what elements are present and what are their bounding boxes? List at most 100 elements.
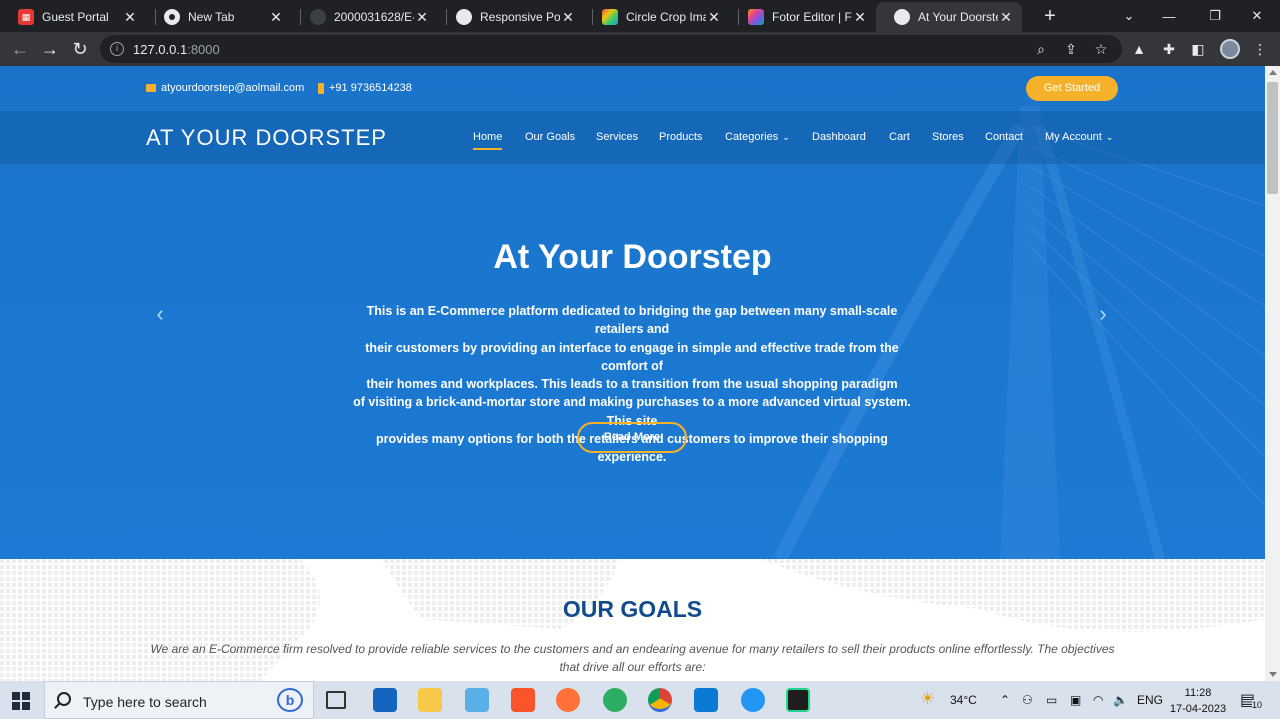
vscode-icon[interactable]	[694, 688, 718, 712]
hero-section: atyourdoorstep@aolmail.com +91 973651423…	[0, 66, 1265, 559]
close-icon[interactable]: ✕	[560, 9, 576, 26]
close-icon[interactable]: ✕	[414, 9, 430, 26]
file-explorer-icon[interactable]	[418, 688, 442, 712]
bing-icon[interactable]: b	[277, 688, 303, 712]
email-contact[interactable]: atyourdoorstep@aolmail.com	[146, 82, 304, 94]
page-scrollbar[interactable]	[1265, 66, 1280, 681]
scroll-up-arrow-icon[interactable]	[1269, 70, 1277, 75]
weather-temperature[interactable]: 34°C	[950, 693, 977, 707]
carousel-next-arrow[interactable]: ›	[1091, 302, 1115, 326]
brave-browser-icon[interactable]	[511, 688, 535, 712]
windows-app-icon[interactable]	[465, 688, 489, 712]
nav-categories[interactable]: Categories ⌄	[725, 131, 790, 143]
taskbar-clock[interactable]: 11:28 17-04-2023	[1168, 685, 1228, 717]
extensions-puzzle-icon[interactable]: ✚	[1160, 40, 1178, 58]
url-text: 127.0.0.1:8000	[133, 42, 220, 57]
new-tab-button[interactable]: +	[1038, 4, 1062, 28]
display-tray-icon[interactable]: ▣	[1070, 693, 1081, 707]
our-goals-intro: We are an E-Commerce firm resolved to pr…	[150, 641, 1115, 676]
restore-button[interactable]: ❐	[1192, 0, 1238, 32]
side-panel-icon[interactable]: ◧	[1189, 40, 1207, 58]
nav-contact[interactable]: Contact	[985, 131, 1023, 143]
wifi-icon[interactable]: ◠	[1093, 693, 1103, 707]
address-bar[interactable]: i 127.0.0.1:8000 ⌕ ⇪ ☆	[100, 35, 1122, 63]
kebab-menu-icon[interactable]: ⋮	[1251, 40, 1269, 58]
phone-icon	[318, 82, 324, 94]
reload-icon[interactable]: ↻	[68, 37, 92, 61]
close-icon[interactable]: ✕	[852, 9, 868, 26]
zoom-icon[interactable]: ⌕	[1032, 40, 1050, 58]
tab-fotor-editor[interactable]: Fotor Editor | Fo ✕	[730, 2, 876, 32]
edge-browser-icon[interactable]	[603, 688, 627, 712]
back-arrow-icon[interactable]: ←	[8, 37, 32, 61]
nav-cart[interactable]: Cart	[889, 131, 910, 143]
chrome-icon	[164, 9, 180, 25]
mail-app-icon[interactable]	[373, 688, 397, 712]
task-view-icon[interactable]	[326, 691, 346, 709]
site-logo[interactable]: AT YOUR DOORSTEP	[146, 125, 387, 151]
read-more-button[interactable]: Read More	[577, 422, 687, 453]
nav-my-account[interactable]: My Account ⌄	[1045, 131, 1113, 143]
windows-start-icon[interactable]	[12, 692, 30, 710]
bookmark-star-icon[interactable]: ☆	[1092, 40, 1110, 58]
clock-date: 17-04-2023	[1169, 703, 1227, 715]
phone-contact[interactable]: +91 9736514238	[318, 82, 412, 94]
network-tray-icon[interactable]: ⚇	[1022, 693, 1033, 707]
site-info-icon[interactable]: i	[110, 42, 124, 56]
email-text: atyourdoorstep@aolmail.com	[161, 82, 305, 94]
nav-home[interactable]: Home	[473, 131, 503, 150]
tab-title: Guest Portal	[42, 10, 109, 24]
get-started-button[interactable]: Get Started	[1026, 76, 1118, 101]
minimize-button[interactable]: —	[1146, 0, 1192, 32]
browser-tab-strip: ▦ Guest Portal ✕ New Tab ✕ 2000031628/E-…	[0, 0, 1280, 32]
carousel-prev-arrow[interactable]: ‹	[148, 302, 172, 326]
page-viewport: atyourdoorstep@aolmail.com +91 973651423…	[0, 66, 1265, 681]
chrome-taskbar-icon[interactable]	[648, 688, 672, 712]
profile-avatar[interactable]	[1220, 39, 1240, 59]
tab-title: Responsive Portfo	[480, 10, 560, 24]
nav-stores[interactable]: Stores	[932, 131, 964, 143]
site-header: AT YOUR DOORSTEP Home Our Goals Services…	[0, 111, 1265, 164]
pycharm-icon[interactable]	[786, 688, 810, 712]
nav-dashboard[interactable]: Dashboard	[812, 131, 866, 143]
search-icon	[57, 692, 71, 706]
hero-description-line: This is an E-Commerce platform dedicated…	[366, 304, 898, 337]
url-host: 127.0.0.1	[133, 42, 188, 57]
tab-circle-crop[interactable]: Circle Crop Imag ✕	[584, 2, 730, 32]
battery-tray-icon[interactable]: ▭	[1046, 693, 1057, 707]
portal-icon: ▦	[18, 9, 34, 25]
windows-taskbar: Type here to search b ☀ 34°C ⌃ ⚇ ▭ ▣ ◠ 🔈…	[0, 681, 1280, 719]
telegram-icon[interactable]	[741, 688, 765, 712]
weather-icon: ☀	[920, 689, 936, 708]
chevron-down-icon: ⌄	[1105, 132, 1114, 142]
volume-icon[interactable]: 🔈	[1113, 693, 1128, 707]
scrollbar-thumb[interactable]	[1267, 82, 1278, 194]
close-icon[interactable]: ✕	[706, 9, 722, 26]
taskbar-search-placeholder: Type here to search	[83, 694, 207, 710]
tab-at-your-doorstep[interactable]: At Your Doorstep ✕	[876, 2, 1022, 32]
close-icon[interactable]: ✕	[268, 9, 284, 26]
nav-products[interactable]: Products	[659, 131, 702, 143]
tab-new-tab[interactable]: New Tab ✕	[146, 2, 292, 32]
taskbar-search-box[interactable]: Type here to search	[44, 681, 314, 719]
tab-title: Fotor Editor | Fo	[772, 10, 852, 24]
extension-triangle-icon[interactable]: ▲	[1130, 40, 1148, 58]
tab-responsive-portfolio[interactable]: Responsive Portfo ✕	[438, 2, 584, 32]
tray-chevron-up-icon[interactable]: ⌃	[1000, 693, 1010, 707]
tab-github-repo[interactable]: 2000031628/E-Co ✕	[292, 2, 438, 32]
globe-icon	[456, 9, 472, 25]
nav-our-goals[interactable]: Our Goals	[525, 131, 575, 143]
language-indicator[interactable]: ENG	[1137, 693, 1163, 707]
contact-topbar: atyourdoorstep@aolmail.com +91 973651423…	[0, 66, 1265, 111]
tab-guest-portal[interactable]: ▦ Guest Portal ✕	[0, 2, 146, 32]
forward-arrow-icon[interactable]: →	[38, 37, 62, 61]
scroll-down-arrow-icon[interactable]	[1269, 672, 1277, 677]
our-goals-intro-line: that drive all our efforts are:	[559, 659, 706, 674]
firefox-icon[interactable]	[556, 688, 580, 712]
close-window-button[interactable]: ✕	[1234, 0, 1280, 32]
share-icon[interactable]: ⇪	[1062, 40, 1080, 58]
nav-services[interactable]: Services	[596, 131, 638, 143]
close-icon[interactable]: ✕	[998, 9, 1014, 26]
close-icon[interactable]: ✕	[122, 9, 138, 26]
nav-my-account-label: My Account	[1045, 131, 1102, 143]
